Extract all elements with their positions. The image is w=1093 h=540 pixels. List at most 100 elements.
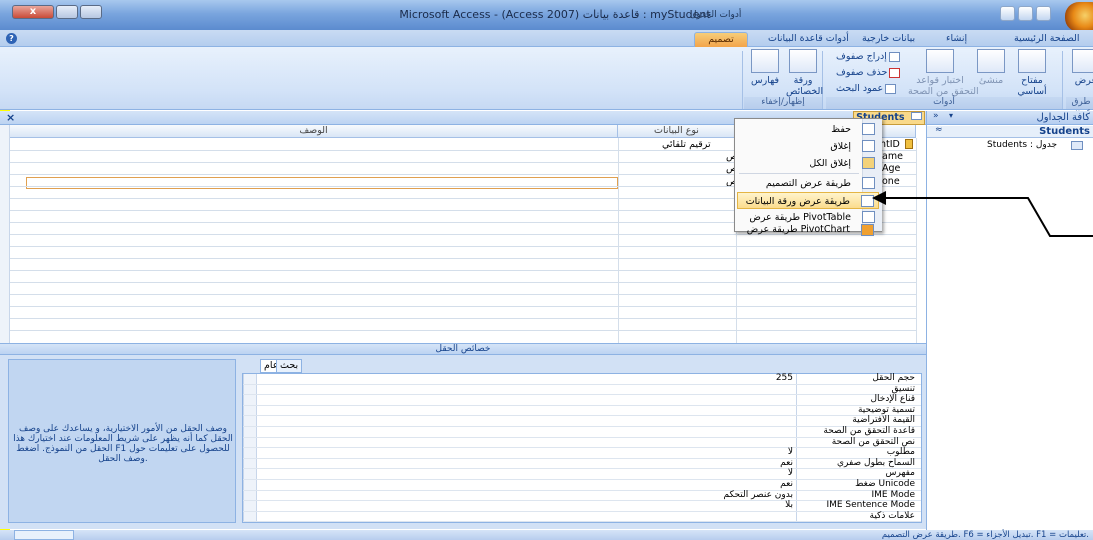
primary-key-button[interactable]: مفتاح أساسي (1012, 49, 1052, 97)
property-value[interactable]: لا (788, 468, 793, 478)
property-row[interactable]: تسمية توضيحية (243, 405, 921, 417)
test-rules-icon (926, 49, 954, 73)
tab-design[interactable]: تصميم (694, 32, 748, 47)
help-icon[interactable]: ? (6, 33, 17, 44)
property-value[interactable]: بدون عنصر التحكم (724, 490, 794, 500)
property-row[interactable]: حجم الحقل 255 (243, 373, 921, 385)
property-value[interactable]: بلا (785, 500, 793, 510)
tab-create[interactable]: إنشاء (938, 32, 975, 47)
view-button[interactable]: عرض (1066, 49, 1093, 86)
nav-dropdown-icon[interactable]: ▾ (949, 111, 953, 120)
menu-item-label: إغلاق الكل (809, 158, 851, 169)
annotation-arrow (872, 191, 1093, 237)
property-label: نص التحقق من الصحة (831, 436, 915, 447)
group-label-show-hide: إظهار/إخفاء (744, 97, 822, 109)
primary-key-label-1: مفتاح (1021, 75, 1043, 86)
menu-item-design-view[interactable]: طريقة عرض التصميم (737, 175, 879, 192)
menu-item-label: طريقة عرض PivotChart (746, 224, 850, 235)
test-validation-rules-button[interactable]: اختبار قواعد التحقق من الصحة (908, 49, 979, 97)
field-description-text: وصف الحقل من الأمور الاختيارية، و يساعدك… (13, 424, 233, 464)
property-label: IME Mode (871, 489, 916, 500)
property-row[interactable]: تنسيق (243, 383, 921, 396)
insert-rows-button[interactable]: إدراج صفوف (836, 51, 900, 62)
view-label: عرض (1074, 75, 1093, 86)
field-properties-bar: خصائص الحقل (0, 343, 926, 355)
grid-row-line (10, 258, 916, 259)
nav-collapse-icon[interactable]: » (933, 111, 939, 121)
menu-item-label: طريقة عرض ورقة البيانات (745, 196, 850, 207)
window-close-button[interactable]: x (12, 5, 54, 19)
menu-item-close-all[interactable]: إغلاق الكل (737, 155, 879, 172)
property-label: علامات ذكية (869, 510, 915, 521)
lookup-column-button[interactable]: عمود البحث (836, 83, 897, 94)
tab-database-tools[interactable]: أدوات قاعدة البيانات (760, 32, 857, 47)
property-row[interactable]: قناع الإدخال (243, 394, 921, 406)
indexes-button[interactable]: فهارس (748, 49, 782, 86)
vertical-scrollbar[interactable] (0, 125, 10, 343)
menu-item-pivotchart-label[interactable]: طريقة عرض PivotChart (736, 224, 878, 237)
grid-column-line (916, 138, 917, 343)
key-icon (1018, 49, 1046, 73)
group-collapse-icon[interactable]: ≈ (935, 125, 943, 135)
property-value[interactable]: نعم (780, 458, 793, 468)
property-label: حجم الحقل (872, 373, 915, 383)
menu-item-close[interactable]: إغلاق (737, 138, 879, 155)
property-row[interactable]: السماح بطول صفري نعم (243, 458, 921, 470)
delete-rows-button[interactable]: حذف صفوف (836, 67, 901, 78)
window-minimize-button[interactable] (80, 5, 102, 19)
menu-item-label: إغلاق (830, 141, 851, 152)
grid-row-line (10, 270, 916, 271)
property-value[interactable]: نعم (780, 479, 793, 489)
field-name-cell[interactable]: ame (882, 151, 903, 162)
test-rules-label-2: التحقق من الصحة (908, 86, 979, 97)
menu-item-label: حفظ (831, 124, 851, 135)
group-label-tools: أدوات (826, 97, 1062, 109)
property-row[interactable]: القيمة الافتراضية (243, 415, 921, 427)
property-value[interactable]: 255 (776, 373, 793, 383)
window-maximize-button[interactable] (56, 5, 78, 19)
save-icon (862, 123, 875, 135)
close-doc-icon (862, 140, 875, 152)
tab-home[interactable]: الصفحة الرئيسية (1006, 32, 1088, 47)
property-row[interactable]: قاعدة التحقق من الصحة (243, 426, 921, 438)
nav-item-label: Students : جدول (987, 140, 1058, 150)
property-value[interactable]: لا (788, 447, 793, 457)
property-label: مطلوب (886, 447, 915, 458)
grid-row-line (10, 246, 916, 247)
indexes-label: فهارس (751, 75, 779, 86)
property-row[interactable]: IME Sentence Mode بلا (243, 500, 921, 512)
tab-lookup[interactable]: بحث (276, 359, 303, 373)
property-row[interactable]: IME Mode بدون عنصر التحكم (243, 489, 921, 502)
property-sheet-button[interactable]: ورقة الخصائص (786, 49, 823, 97)
view-switcher-icons[interactable] (14, 530, 74, 540)
property-label: قناع الإدخال (870, 394, 915, 405)
column-header-datatype: نوع البيانات (618, 125, 736, 138)
property-row[interactable]: نص التحقق من الصحة (243, 436, 921, 449)
nav-pane-header[interactable]: » ▾ كافة الجداول (927, 111, 1093, 125)
menu-item-save[interactable]: حفظ (737, 121, 879, 138)
close-document-button[interactable]: × (6, 111, 15, 124)
nav-item-students[interactable]: Students : جدول (947, 140, 1092, 152)
property-label: تنسيق (891, 383, 915, 394)
menu-item-datasheet-view[interactable]: طريقة عرض ورقة البيانات (737, 192, 879, 209)
delete-rows-label: حذف صفوف (836, 67, 888, 78)
property-row[interactable]: ضغط Unicode نعم (243, 479, 921, 491)
field-type-cell[interactable]: ترقيم تلقائي (662, 139, 711, 150)
tab-external-data[interactable]: بيانات خارجية (854, 32, 923, 47)
field-name-cell[interactable]: Age (882, 163, 900, 174)
primary-key-label-2: أساسي (1017, 86, 1047, 97)
property-row[interactable]: مفهرس لا (243, 468, 921, 480)
property-row[interactable]: مطلوب لا (243, 447, 921, 459)
property-label: مفهرس (885, 468, 915, 479)
field-name-cell[interactable]: ntID (880, 139, 900, 150)
nav-group-header[interactable]: ≈ Students (927, 125, 1093, 138)
builder-button[interactable]: منشئ (974, 49, 1008, 86)
grid-column-line (618, 138, 619, 343)
grid-row-line (10, 306, 916, 307)
grid-row-line (10, 282, 916, 283)
group-separator (742, 51, 743, 109)
property-row[interactable]: علامات ذكية (243, 510, 921, 523)
menu-separator (739, 173, 859, 174)
navigation-pane: » ▾ كافة الجداول ≈ Students Students : ج… (926, 111, 1093, 530)
ribbon-tabs: ? الصفحة الرئيسية إنشاء بيانات خارجية أد… (0, 30, 1093, 47)
